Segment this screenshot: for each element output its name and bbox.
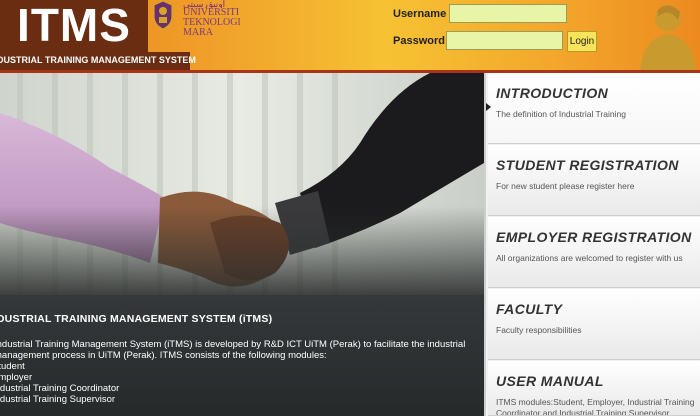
module-item: Student [0,361,25,372]
module-item: Industrial Training Supervisor [0,394,116,405]
username-label: Username [393,8,447,20]
nav-item-description: The definition of Industrial Training [496,109,626,119]
nav-item-title: INTRODUCTION [496,85,609,101]
nav-item-user-manual[interactable]: USER MANUAL ITMS modules:Student, Employ… [488,361,700,416]
person-silhouette-icon [640,5,696,73]
intro-panel: INDUSTRIAL TRAINING MANAGEMENT SYSTEM (i… [0,295,484,416]
nav-item-title: FACULTY [496,301,563,317]
header-banner: ITMS INDUSTRIAL TRAINING MANAGEMENT SYST… [0,0,700,73]
hero-area: INDUSTRIAL TRAINING MANAGEMENT SYSTEM (i… [0,73,484,416]
intro-title: INDUSTRIAL TRAINING MANAGEMENT SYSTEM (i… [0,313,273,325]
password-input[interactable] [446,31,563,50]
logo-block: ITMS [0,0,148,52]
sidebar-nav: INTRODUCTION The definition of Industria… [484,73,700,416]
password-label: Password [393,35,445,47]
nav-item-description: For new student please register here [496,181,635,191]
nav-item-introduction[interactable]: INTRODUCTION The definition of Industria… [488,73,700,144]
university-line-3: MARA [183,27,214,38]
module-item: Employer [0,372,33,383]
intro-paragraph-line-2: management process in UiTM (Perak). ITMS… [0,350,327,361]
intro-paragraph-line-1: Industrial Training Management System (i… [0,339,466,350]
nav-item-title: EMPLOYER REGISTRATION [496,229,692,245]
nav-item-description: Faculty responsibilities [496,325,582,335]
itms-logo: ITMS [17,0,131,51]
nav-item-description: All organizations are welcomed to regist… [496,253,683,263]
nav-item-employer-registration[interactable]: EMPLOYER REGISTRATION All organizations … [488,217,700,288]
module-item: Industrial Training Coordinator [0,383,120,394]
nav-item-faculty[interactable]: FACULTY Faculty responsibilities [488,289,700,360]
university-name: اونيۏرسيتي UNIVERSITI TEKNOLOGI MARA [183,0,263,38]
uitm-crest-icon [153,0,173,30]
nav-item-student-registration[interactable]: STUDENT REGISTRATION For new student ple… [488,145,700,216]
nav-item-title: STUDENT REGISTRATION [496,157,679,173]
system-name: INDUSTRIAL TRAINING MANAGEMENT SYSTEM [0,55,196,65]
nav-item-description: ITMS modules:Student, Employer, Industri… [496,397,695,416]
nav-item-title: USER MANUAL [496,373,604,389]
handshake-photo [0,73,484,295]
active-arrow-icon [486,103,491,111]
login-button[interactable]: Login [567,31,597,52]
username-input[interactable] [449,4,567,23]
intro-text: Industrial Training Management System (i… [0,339,480,405]
